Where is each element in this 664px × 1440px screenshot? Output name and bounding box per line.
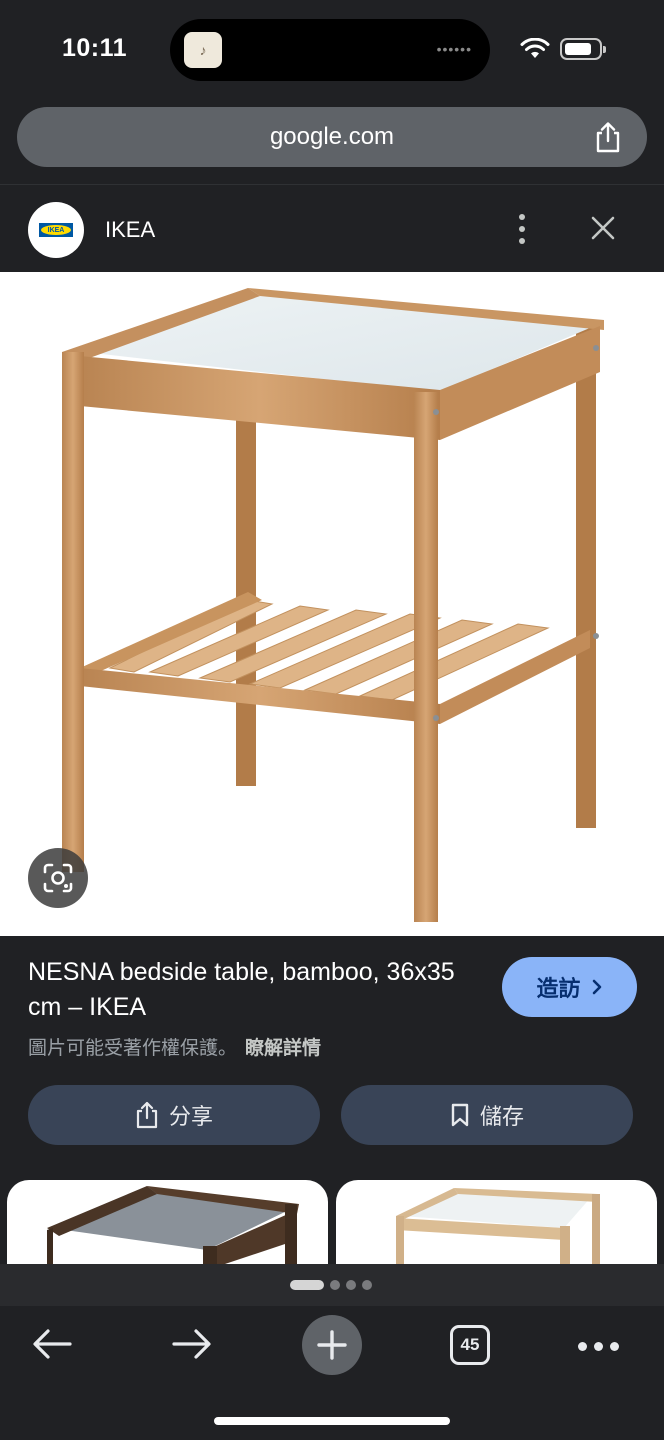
related-image-thumbnail[interactable] (7, 1180, 328, 1270)
url-text: google.com (269, 123, 395, 150)
page-dot (330, 1280, 340, 1290)
page-dot (362, 1280, 372, 1290)
new-tab-button[interactable] (302, 1315, 362, 1375)
tab-switcher-button[interactable]: 45 (450, 1325, 490, 1365)
now-playing-thumbnail: ♪ (184, 32, 222, 68)
bedside-table-image (62, 288, 604, 922)
page-dot-active (290, 1280, 324, 1290)
more-vert-icon[interactable] (508, 211, 536, 247)
more-horiz-icon[interactable] (578, 1342, 620, 1352)
visit-button[interactable]: 造訪 (502, 957, 637, 1017)
status-bar: 10:11 ♪ •••••• (0, 0, 664, 100)
site-name: IKEA (105, 217, 156, 242)
save-label: 儲存 (479, 1104, 524, 1129)
lens-icon[interactable] (28, 848, 88, 908)
clock: 10:11 (62, 34, 128, 62)
save-button[interactable]: 儲存 (341, 1085, 633, 1145)
share-icon (136, 1101, 158, 1129)
arrow-forward-icon[interactable] (170, 1326, 214, 1362)
related-image-thumbnail[interactable] (336, 1180, 657, 1270)
wifi-icon (520, 38, 550, 58)
share-label: 分享 (168, 1104, 213, 1129)
result-title[interactable]: NESNA bedside table, bamboo, 36x35 cm – … (28, 955, 468, 1025)
share-icon[interactable] (593, 121, 623, 153)
battery-icon (560, 38, 606, 60)
site-logo: IKEA (28, 202, 84, 258)
bottom-safe-area (0, 1386, 664, 1440)
tab-count: 45 (460, 1335, 480, 1354)
arrow-back-icon[interactable] (30, 1326, 74, 1362)
copyright-notice: 圖片可能受著作權保護。 瞭解詳情 (28, 1038, 322, 1059)
learn-more-link[interactable]: 瞭解詳情 (245, 1038, 321, 1059)
share-button[interactable]: 分享 (28, 1085, 320, 1145)
dynamic-island[interactable]: ♪ •••••• (170, 19, 490, 81)
close-icon[interactable] (586, 211, 620, 245)
home-indicator[interactable] (214, 1417, 450, 1425)
page-dot (346, 1280, 356, 1290)
visit-label: 造訪 (536, 976, 581, 1001)
page-indicator (290, 1280, 372, 1290)
browser-toolbar: 45 (0, 1306, 664, 1386)
address-bar[interactable]: google.com (17, 107, 647, 167)
product-image[interactable] (0, 272, 664, 936)
chevron-right-icon (592, 979, 601, 995)
bookmark-icon (451, 1103, 469, 1127)
plus-icon (317, 1330, 347, 1360)
island-dots: •••••• (436, 41, 472, 57)
site-header: IKEA IKEA (0, 184, 664, 272)
